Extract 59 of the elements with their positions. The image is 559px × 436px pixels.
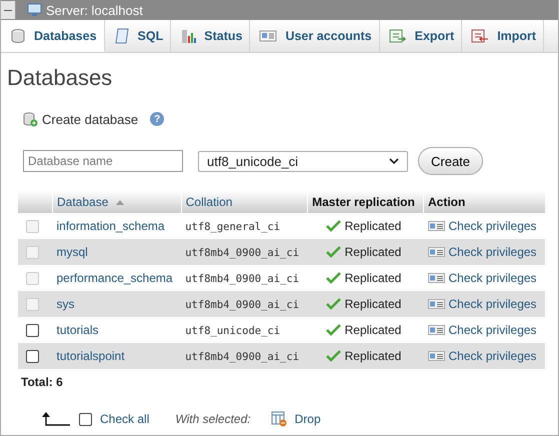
total-count: Total: 6 (21, 375, 64, 389)
collation-text: utf8mb4_0900_ai_ci (185, 247, 300, 259)
tab[interactable]: Status (171, 20, 250, 52)
tab[interactable]: User accounts (250, 20, 380, 52)
tab[interactable]: Databases (1, 20, 105, 52)
id-card-icon (428, 272, 445, 284)
column-header: Master replication (312, 194, 415, 208)
collation-text: utf8_unicode_ci (185, 325, 280, 337)
server-title[interactable]: Server: localhost (46, 2, 143, 18)
replication-status: Replicated (344, 349, 402, 363)
database-name-link[interactable]: tutorials (56, 323, 99, 337)
create-database-heading[interactable]: Create database (42, 112, 138, 126)
with-selected-label: With selected: (175, 412, 251, 426)
id-card-icon (428, 298, 445, 310)
row-checkbox[interactable] (26, 350, 38, 364)
table-delete-icon (270, 411, 287, 427)
monitor-icon (27, 3, 43, 17)
arrow-up-left-icon (41, 411, 71, 427)
replication-status: Replicated (344, 297, 402, 311)
collation-text: utf8mb4_0900_ai_ci (185, 299, 300, 311)
chevron-down-icon (389, 158, 399, 164)
export-icon (388, 28, 407, 44)
page-title: Databases (7, 65, 114, 91)
tab[interactable]: Import (462, 20, 544, 52)
scroll-icon (114, 28, 130, 44)
checkmark-icon (326, 246, 341, 258)
collation-text: utf8mb4_0900_ai_ci (185, 351, 300, 363)
drop-link[interactable]: Drop (294, 412, 321, 426)
checkmark-icon (326, 324, 341, 336)
checkmark-icon (326, 298, 341, 310)
checkmark-icon (326, 272, 341, 284)
id-card-icon (259, 29, 278, 43)
collation-select[interactable]: utf8_unicode_ci (198, 150, 408, 172)
collation-text: utf8mb4_0900_ai_ci (185, 273, 300, 285)
collation-text: utf8_general_ci (185, 221, 280, 233)
check-privileges-link[interactable]: Check privileges (448, 323, 537, 337)
database-add-icon (22, 111, 38, 127)
import-icon (471, 28, 490, 44)
replication-status: Replicated (344, 271, 402, 285)
create-button[interactable]: Create (418, 147, 484, 175)
row-checkbox[interactable] (26, 324, 38, 338)
column-header: Action (428, 194, 466, 208)
collapse-icon[interactable] (1, 1, 16, 19)
tab[interactable]: SQL (104, 20, 172, 52)
tab[interactable]: Export (380, 20, 462, 52)
replication-status: Replicated (344, 219, 402, 233)
chart-icon (180, 28, 196, 44)
checkmark-icon (326, 220, 341, 232)
replication-status: Replicated (344, 323, 402, 337)
checkmark-icon (326, 350, 341, 362)
database-name-field[interactable]: Database name (23, 150, 183, 172)
id-card-icon (428, 350, 445, 362)
id-card-icon (428, 246, 445, 258)
id-card-icon (428, 324, 445, 336)
cylinder-icon (10, 28, 26, 44)
check-all-checkbox[interactable] (79, 412, 92, 426)
replication-status: Replicated (344, 245, 402, 259)
id-card-icon (428, 220, 445, 232)
check-all-label[interactable]: Check all (100, 412, 150, 426)
